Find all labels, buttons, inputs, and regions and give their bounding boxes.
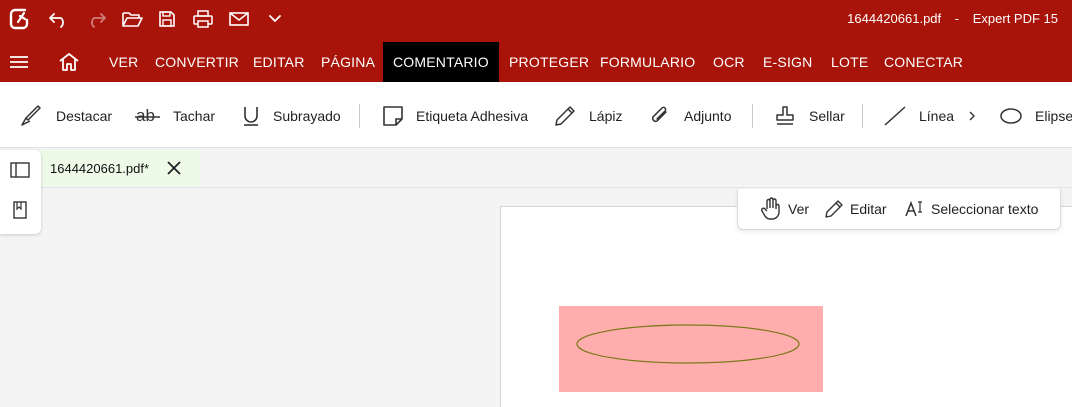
pencil-icon xyxy=(555,106,575,126)
document-tab[interactable]: 1644420661.pdf* xyxy=(40,150,200,186)
edit-mode-label: Editar xyxy=(850,201,887,217)
window-title: 1644420661.pdf - Expert PDF 15 xyxy=(847,11,1058,26)
open-folder-icon[interactable] xyxy=(119,6,145,32)
line-icon xyxy=(884,106,906,126)
pencil-label: Lápiz xyxy=(589,108,623,124)
ellipse-label: Elipse xyxy=(1035,108,1072,124)
save-icon[interactable] xyxy=(156,6,178,32)
menu-comentario[interactable]: COMENTARIO xyxy=(383,42,499,82)
menu-editar[interactable]: EDITAR xyxy=(253,42,305,82)
text-select-icon xyxy=(905,200,922,217)
highlight-label: Destacar xyxy=(56,108,113,124)
ribbon-separator xyxy=(359,104,360,128)
ribbon-separator xyxy=(862,104,863,128)
menu-bar: VER CONVERTIR EDITAR PÁGINA COMENTARIO P… xyxy=(0,42,1072,82)
stamp-icon xyxy=(776,106,794,125)
view-mode-label: Ver xyxy=(788,201,810,217)
attachment-label: Adjunto xyxy=(684,108,732,124)
ellipse-button[interactable]: Elipse xyxy=(999,102,1072,130)
app-logo-icon xyxy=(8,6,30,32)
menu-proteger[interactable]: PROTEGER xyxy=(509,42,589,82)
menu-esign[interactable]: E-SIGN xyxy=(763,42,812,82)
strikethrough-icon: ab xyxy=(135,106,160,125)
sticky-note-button[interactable]: Etiqueta Adhesiva xyxy=(382,102,528,130)
line-button[interactable]: Línea xyxy=(883,102,954,130)
side-panel xyxy=(0,150,41,234)
highlight-button[interactable]: Destacar xyxy=(20,102,112,130)
ribbon-separator xyxy=(752,104,753,128)
email-icon[interactable] xyxy=(227,6,251,32)
hand-icon xyxy=(761,197,780,220)
bookmark-icon[interactable] xyxy=(10,200,30,225)
comment-ribbon: Destacar ab Tachar Subrayado Etiqueta Ad… xyxy=(0,82,1072,148)
svg-text:ab: ab xyxy=(136,106,155,125)
title-app-name: Expert PDF 15 xyxy=(972,11,1058,26)
title-separator: - xyxy=(954,11,960,26)
chevron-right-icon xyxy=(969,111,975,121)
menu-lote[interactable]: LOTE xyxy=(831,42,868,82)
pdf-page[interactable] xyxy=(500,206,1072,407)
sidebar-toggle-icon[interactable] xyxy=(10,161,30,184)
menu-ocr[interactable]: OCR xyxy=(713,42,745,82)
sticky-note-label: Etiqueta Adhesiva xyxy=(416,108,529,124)
ribbon-scroll-arrow[interactable] xyxy=(967,102,989,130)
redo-icon[interactable] xyxy=(83,6,109,32)
view-mode-button[interactable]: Ver xyxy=(760,197,809,221)
menu-convertir[interactable]: CONVERTIR xyxy=(155,42,239,82)
stamp-button[interactable]: Sellar xyxy=(773,102,845,130)
close-icon[interactable] xyxy=(166,160,182,179)
menu-conectar[interactable]: CONECTAR xyxy=(884,42,963,82)
menu-ver[interactable]: VER xyxy=(109,42,138,82)
menu-pagina[interactable]: PÁGINA xyxy=(321,42,375,82)
underline-button[interactable]: Subrayado xyxy=(241,102,341,130)
undo-icon[interactable] xyxy=(46,6,72,32)
highlighter-icon xyxy=(21,105,41,126)
edit-mode-button[interactable]: Editar xyxy=(824,197,887,221)
pencil-button[interactable]: Lápiz xyxy=(553,102,622,130)
title-filename: 1644420661.pdf xyxy=(847,11,942,26)
hamburger-menu-icon[interactable] xyxy=(9,52,29,77)
title-bar: 1644420661.pdf - Expert PDF 15 xyxy=(0,0,1072,42)
line-label: Línea xyxy=(919,108,955,124)
select-text-button[interactable]: Seleccionar texto xyxy=(905,197,1038,221)
menu-formulario[interactable]: FORMULARIO xyxy=(600,42,695,82)
select-text-label: Seleccionar texto xyxy=(931,201,1039,217)
underline-label: Subrayado xyxy=(273,108,341,124)
document-tab-label: 1644420661.pdf* xyxy=(50,160,150,176)
pencil-icon xyxy=(825,200,843,218)
attachment-button[interactable]: Adjunto xyxy=(648,102,731,130)
mode-toolbar: Ver Editar Seleccionar texto xyxy=(737,189,1061,230)
home-icon[interactable] xyxy=(58,52,80,77)
sticky-note-icon xyxy=(383,106,403,126)
ellipse-icon xyxy=(1000,108,1022,124)
paperclip-icon xyxy=(651,106,667,123)
ellipse-annotation[interactable] xyxy=(559,306,823,392)
strikethrough-label: Tachar xyxy=(173,108,216,124)
stamp-label: Sellar xyxy=(809,108,845,124)
document-tab-strip: 1644420661.pdf* xyxy=(0,148,1072,188)
chevron-down-icon[interactable] xyxy=(266,6,284,32)
underline-icon xyxy=(244,107,258,126)
strikethrough-button[interactable]: ab Tachar xyxy=(135,102,215,130)
print-icon[interactable] xyxy=(191,6,215,32)
